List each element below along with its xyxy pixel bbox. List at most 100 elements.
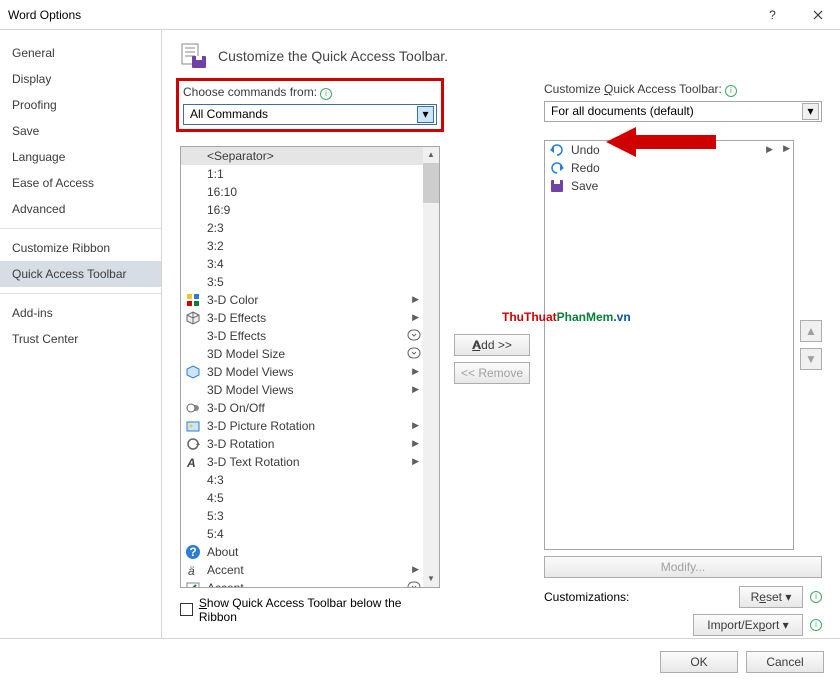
list-item[interactable]: 4:5 — [181, 489, 423, 507]
list-item-label: 3-D On/Off — [207, 401, 265, 415]
cancel-button[interactable]: Cancel — [746, 651, 824, 673]
choose-commands-select[interactable]: All Commands ▾ — [183, 104, 437, 125]
cube-icon — [185, 310, 201, 326]
list-item[interactable]: 3:4 — [181, 255, 423, 273]
list-item-label: 1:1 — [207, 167, 224, 181]
list-item[interactable]: 16:9 — [181, 201, 423, 219]
scroll-down-icon[interactable]: ▼ — [423, 571, 439, 587]
cube2-icon — [185, 364, 201, 380]
list-item[interactable]: Redo — [545, 159, 777, 177]
scrollbar[interactable]: ▶ — [777, 141, 793, 549]
picrot-icon — [185, 418, 201, 434]
customize-qat-select[interactable]: For all documents (default) ▾ — [544, 101, 822, 122]
list-item[interactable]: 3D Model Size — [181, 345, 423, 363]
color-icon — [185, 292, 201, 308]
list-item[interactable]: 3:5 — [181, 273, 423, 291]
list-item[interactable]: 3D Model Views▶ — [181, 381, 423, 399]
list-item[interactable]: Save — [545, 177, 777, 195]
sidebar-item-quick-access-toolbar[interactable]: Quick Access Toolbar — [0, 261, 161, 287]
list-item[interactable]: Undo▶ — [545, 141, 777, 159]
help-button[interactable]: ? — [750, 0, 795, 29]
list-item-label: Accept — [207, 581, 244, 587]
info-icon[interactable]: i — [725, 85, 737, 97]
move-up-button[interactable]: ▲ — [800, 320, 822, 342]
list-item[interactable]: 5:3 — [181, 507, 423, 525]
list-item[interactable]: <Separator> — [181, 147, 423, 165]
sidebar-item-trust-center[interactable]: Trust Center — [0, 326, 161, 352]
sidebar-item-display[interactable]: Display — [0, 66, 161, 92]
info-icon[interactable]: i — [810, 591, 822, 603]
commands-listbox[interactable]: <Separator> 1:1 16:10 16:9 2:3 3:2 3:4 3:5 3-D C… — [180, 146, 440, 588]
list-item-label: 3-D Rotation — [207, 437, 274, 451]
divider — [0, 228, 161, 229]
list-item[interactable]: ?About — [181, 543, 423, 561]
list-item-label: <Separator> — [207, 149, 274, 163]
list-item[interactable]: 3-D On/Off — [181, 399, 423, 417]
add-button[interactable]: AAdd >> — [454, 334, 530, 356]
list-item[interactable]: 3-D Color▶ — [181, 291, 423, 309]
list-item[interactable]: 1:1 — [181, 165, 423, 183]
list-item[interactable]: 3-D Picture Rotation ▶ — [181, 417, 423, 435]
list-item[interactable]: 16:10 — [181, 183, 423, 201]
submenu-arrow-icon: ▶ — [412, 438, 419, 449]
list-item-label: 3:2 — [207, 239, 224, 253]
reset-button[interactable]: Reset ▾ — [739, 586, 803, 608]
list-item[interactable]: 3-D Rotation ▶ — [181, 435, 423, 453]
list-item-label: 16:9 — [207, 203, 230, 217]
scrollbar[interactable]: ▲ ▼ — [423, 147, 439, 587]
list-item-label: Save — [571, 179, 598, 193]
sidebar-item-ease-of-access[interactable]: Ease of Access — [0, 170, 161, 196]
info-icon[interactable]: i — [320, 88, 332, 100]
list-item[interactable]: Accept▶ — [181, 579, 423, 587]
list-item-label: 3:5 — [207, 275, 224, 289]
list-item[interactable]: 5:4 — [181, 525, 423, 543]
list-item[interactable]: 3-D Effects▶ — [181, 309, 423, 327]
show-below-ribbon-checkbox[interactable]: Show Quick Access Toolbar below the Ribb… — [180, 596, 440, 624]
customizations-label: Customizations: — [544, 590, 629, 604]
list-item-label: 3D Model Views — [207, 365, 293, 379]
scroll-up-icon[interactable]: ▲ — [423, 147, 439, 163]
title-bar: Word Options ? — [0, 0, 840, 30]
checkbox-box — [180, 603, 193, 616]
ok-button[interactable]: OK — [660, 651, 738, 673]
sidebar-item-save[interactable]: Save — [0, 118, 161, 144]
list-item-label: 16:10 — [207, 185, 237, 199]
modify-button[interactable]: Modify... — [544, 556, 822, 578]
list-item[interactable]: 4:3 — [181, 471, 423, 489]
list-item-label: Redo — [571, 161, 600, 175]
list-item-label: 3-D Picture Rotation — [207, 419, 315, 433]
save-icon — [549, 178, 565, 194]
choose-commands-label: Choose commands from:i — [183, 85, 437, 100]
qat-listbox[interactable]: Undo▶ Redo Save ▶ — [544, 140, 794, 550]
undo-icon — [549, 142, 565, 158]
sidebar-item-language[interactable]: Language — [0, 144, 161, 170]
sidebar-item-general[interactable]: General — [0, 40, 161, 66]
scroll-thumb[interactable] — [423, 163, 439, 203]
list-item-label: 3-D Effects — [207, 311, 266, 325]
list-item[interactable]: äAccent▶ — [181, 561, 423, 579]
list-item-label: 4:5 — [207, 491, 224, 505]
sidebar-item-add-ins[interactable]: Add-ins — [0, 300, 161, 326]
move-down-button[interactable]: ▼ — [800, 348, 822, 370]
sidebar-item-customize-ribbon[interactable]: Customize Ribbon — [0, 235, 161, 261]
submenu-arrow-icon: ▶ — [412, 366, 419, 377]
select-value: For all documents (default) — [551, 104, 694, 118]
svg-text:ä: ä — [188, 564, 195, 578]
list-item[interactable]: A3-D Text Rotation▶ — [181, 453, 423, 471]
remove-button[interactable]: << Remove — [454, 362, 530, 384]
submenu-arrow-icon: ▶ — [412, 420, 419, 431]
submenu-arrow-icon: ▶ — [766, 144, 773, 155]
list-item[interactable]: 3:2 — [181, 237, 423, 255]
list-item-label: 5:3 — [207, 509, 224, 523]
list-item[interactable]: 3-D Effects▶ — [181, 327, 423, 345]
import-export-button[interactable]: Import/Export ▾ — [693, 614, 803, 636]
checkbox-label: Show Quick Access Toolbar below the Ribb… — [199, 596, 440, 624]
sidebar-item-advanced[interactable]: Advanced — [0, 196, 161, 222]
rot-icon — [185, 436, 201, 452]
info-icon[interactable]: i — [810, 619, 822, 631]
list-item[interactable]: 2:3 — [181, 219, 423, 237]
toggle-icon — [185, 400, 201, 416]
sidebar-item-proofing[interactable]: Proofing — [0, 92, 161, 118]
list-item[interactable]: 3D Model Views ▶ — [181, 363, 423, 381]
close-button[interactable] — [795, 0, 840, 29]
